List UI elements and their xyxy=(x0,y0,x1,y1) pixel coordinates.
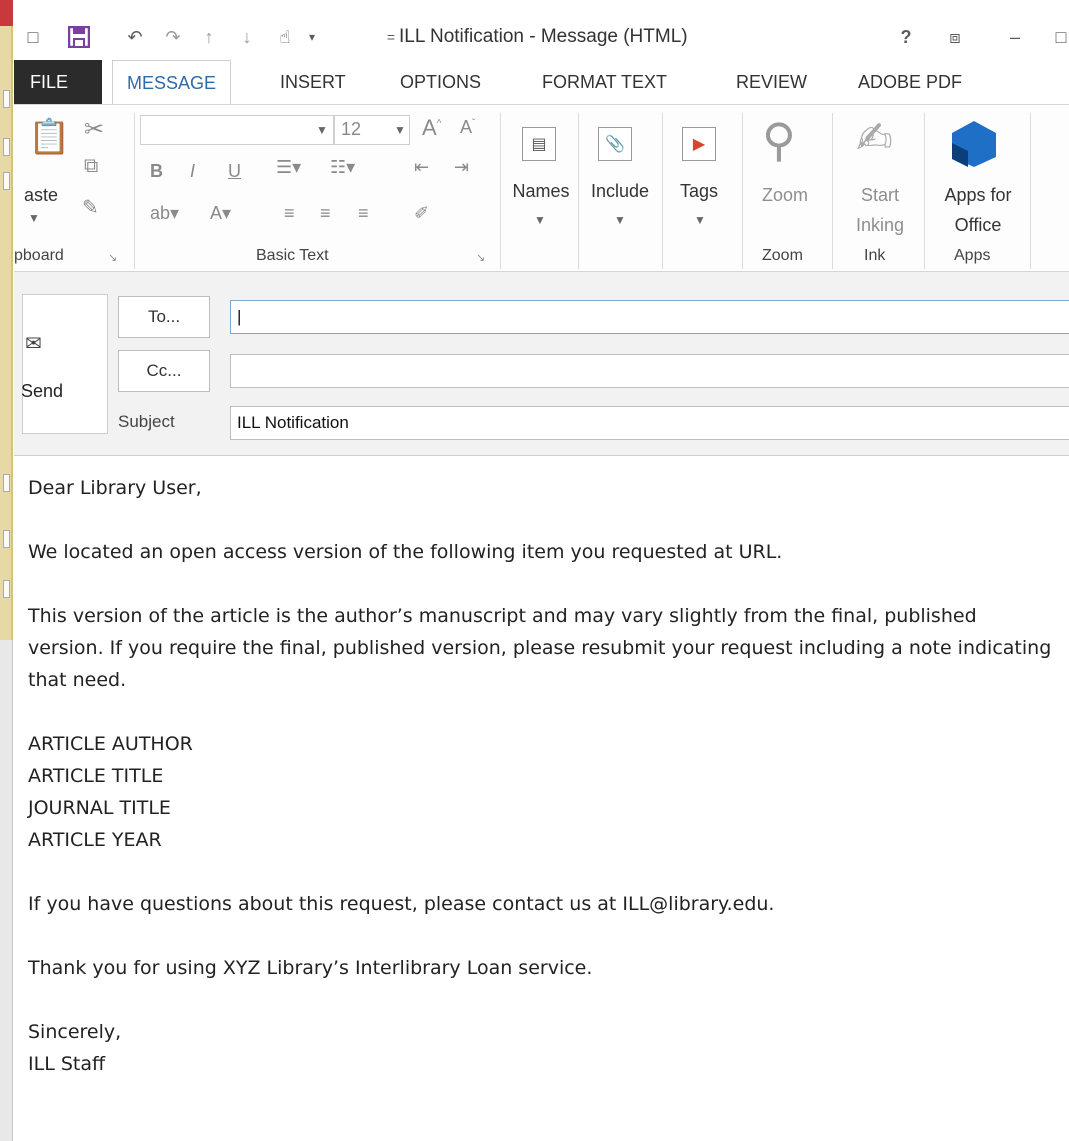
tab-format-text[interactable]: FORMAT TEXT xyxy=(528,60,681,104)
paste-dropdown-icon[interactable]: ▼ xyxy=(28,211,40,225)
apps-for-office-line1[interactable]: Apps for xyxy=(928,181,1028,209)
format-painter-icon[interactable]: ✎ xyxy=(82,195,99,220)
background-window-edge xyxy=(0,0,13,1141)
font-size-value: 12 xyxy=(341,119,362,139)
body-paragraph-2: This version of the article is the autho… xyxy=(28,605,1052,691)
cc-button[interactable]: Cc... xyxy=(118,350,210,392)
window-title: ILL Notification - Message (HTML) xyxy=(399,26,688,47)
redo-icon[interactable]: ↷ xyxy=(160,24,186,50)
down-arrow-icon[interactable]: ↓ xyxy=(236,24,258,50)
numbering-icon[interactable]: ☷▾ xyxy=(330,157,355,178)
attach-icon[interactable]: 📎 xyxy=(598,127,632,161)
include-dropdown-icon[interactable]: ▼ xyxy=(614,213,626,227)
shrink-font-icon[interactable]: Aˇ xyxy=(460,117,475,138)
tab-file[interactable]: FILE xyxy=(14,60,102,104)
tab-insert[interactable]: INSERT xyxy=(266,60,360,104)
align-right-icon[interactable]: ≡ xyxy=(358,203,369,224)
ribbon: 📋 ✂ ⧉ ✎ aste ▼ pboard ↘ ▼ 12 ▼ A^ Aˇ B I… xyxy=(14,104,1069,272)
names-button[interactable]: Names xyxy=(508,177,574,205)
apps-cube-icon[interactable] xyxy=(950,119,998,174)
start-inking-line2[interactable]: Inking xyxy=(842,211,918,239)
minimize-icon[interactable]: – xyxy=(1002,24,1028,50)
clear-formatting-icon[interactable]: ✐ xyxy=(414,203,429,224)
body-paragraph-3: If you have questions about this request… xyxy=(28,893,775,915)
tab-adobe-pdf[interactable]: ADOBE PDF xyxy=(844,60,976,104)
citation-year: ARTICLE YEAR xyxy=(28,829,162,851)
help-icon[interactable]: ? xyxy=(896,24,916,50)
zoom-group-label: Zoom xyxy=(762,247,803,264)
send-button[interactable]: ✉ Send xyxy=(21,294,108,434)
font-name-dropdown-icon[interactable]: ▼ xyxy=(316,123,328,137)
names-dropdown-icon[interactable]: ▼ xyxy=(534,213,546,227)
align-center-icon[interactable]: ≡ xyxy=(320,203,331,224)
to-button[interactable]: To... xyxy=(118,296,210,338)
body-paragraph-1: We located an open access version of the… xyxy=(28,541,783,563)
body-greeting: Dear Library User, xyxy=(28,477,202,499)
tab-options[interactable]: OPTIONS xyxy=(386,60,495,104)
grow-font-icon[interactable]: A^ xyxy=(422,115,441,141)
tab-review[interactable]: REVIEW xyxy=(722,60,821,104)
align-left-icon[interactable]: ≡ xyxy=(284,203,295,224)
decrease-indent-icon[interactable]: ⇤ xyxy=(414,157,429,178)
bold-icon[interactable]: B xyxy=(150,161,163,182)
clipboard-launcher-icon[interactable]: ↘ xyxy=(108,251,117,264)
flag-icon[interactable]: ▶ xyxy=(682,127,716,161)
message-body[interactable]: Dear Library User, We located an open ac… xyxy=(28,472,1058,1080)
ink-group-label: Ink xyxy=(864,247,886,264)
signature: ILL Staff xyxy=(28,1053,106,1075)
message-header: ✉ Send To... Cc... Subject | ILL Notific… xyxy=(14,272,1069,456)
citation-article-title: ARTICLE TITLE xyxy=(28,765,164,787)
bullets-icon[interactable]: ☰▾ xyxy=(276,157,301,178)
ribbon-tabs: FILE MESSAGE INSERT OPTIONS FORMAT TEXT … xyxy=(14,60,1069,106)
subject-label: Subject xyxy=(118,412,175,431)
customize-toolbar-icon[interactable]: ▾ xyxy=(304,24,320,50)
underline-icon[interactable]: U xyxy=(228,161,241,182)
cut-icon[interactable]: ✂ xyxy=(84,115,104,144)
save-icon[interactable] xyxy=(66,24,92,50)
start-inking-line1[interactable]: Start xyxy=(842,181,918,209)
font-color-icon[interactable]: A▾ xyxy=(210,203,231,224)
apps-group-label: Apps xyxy=(954,247,991,264)
include-button[interactable]: Include xyxy=(582,177,658,205)
clipboard-group-label: pboard xyxy=(14,247,64,264)
italic-icon[interactable]: I xyxy=(190,161,195,182)
ribbon-display-options-icon[interactable]: ⧈ xyxy=(942,24,968,50)
maximize-icon[interactable]: □ xyxy=(1054,24,1068,50)
font-size-dropdown-icon[interactable]: ▼ xyxy=(394,123,406,137)
zoom-button[interactable]: Zoom xyxy=(752,181,818,209)
tags-button[interactable]: Tags xyxy=(668,177,730,205)
title-bar: □ ↶ ↷ ↑ ↓ ☝ ▾ = ILL Notification - Messa… xyxy=(14,16,1069,60)
magnifier-icon[interactable]: ⚲ xyxy=(762,113,796,167)
send-label: Send xyxy=(21,381,64,401)
touch-mode-icon[interactable]: ☝ xyxy=(270,24,300,50)
send-envelope-icon: ✉ xyxy=(25,333,42,355)
basic-text-group-label: Basic Text xyxy=(256,247,329,264)
closing: Sincerely, xyxy=(28,1021,122,1043)
undo-icon[interactable]: ↶ xyxy=(122,24,148,50)
up-arrow-icon[interactable]: ↑ xyxy=(198,24,220,50)
increase-indent-icon[interactable]: ⇥ xyxy=(454,157,469,178)
to-field[interactable]: | xyxy=(230,300,1069,334)
body-paragraph-4: Thank you for using XYZ Library’s Interl… xyxy=(28,957,593,979)
toolbar-overflow-icon[interactable]: = xyxy=(384,24,398,50)
paste-icon[interactable]: 📋 xyxy=(28,117,70,157)
cc-field[interactable] xyxy=(230,354,1069,388)
subject-field[interactable]: ILL Notification xyxy=(230,406,1069,440)
address-book-icon[interactable]: ▤ xyxy=(522,127,556,161)
paste-button[interactable]: aste xyxy=(24,181,58,209)
tab-message[interactable]: MESSAGE xyxy=(112,60,232,106)
inking-pen-icon[interactable]: ✍ xyxy=(856,113,893,164)
basic-text-launcher-icon[interactable]: ↘ xyxy=(476,251,485,264)
font-name-box[interactable] xyxy=(140,115,334,145)
citation-author: ARTICLE AUTHOR xyxy=(28,733,193,755)
tags-dropdown-icon[interactable]: ▼ xyxy=(694,213,706,227)
citation-journal-title: JOURNAL TITLE xyxy=(28,797,171,819)
copy-icon[interactable]: ⧉ xyxy=(84,155,98,178)
window-icon[interactable]: □ xyxy=(24,24,42,50)
highlight-color-icon[interactable]: ab▾ xyxy=(150,203,179,224)
apps-for-office-line2[interactable]: Office xyxy=(928,211,1028,239)
